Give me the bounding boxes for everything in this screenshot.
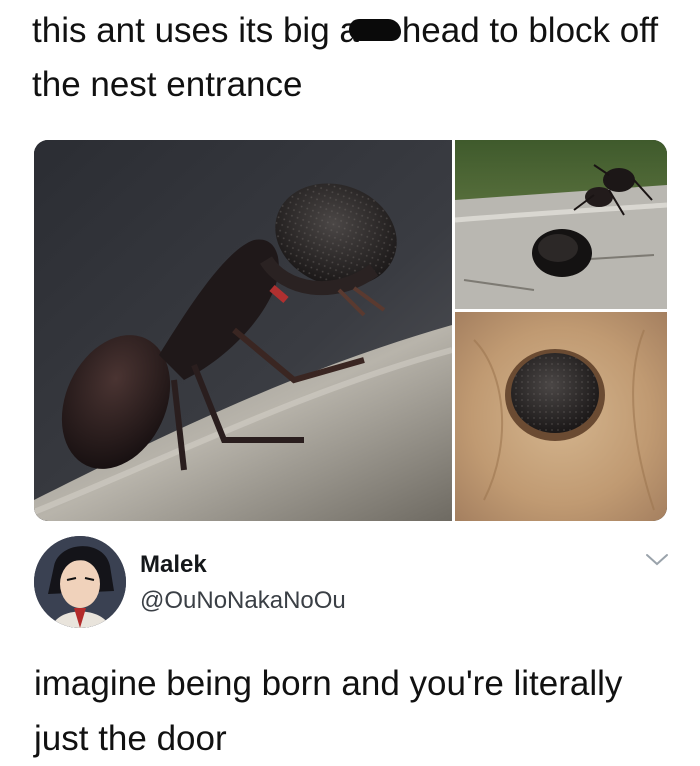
image-collage[interactable] [34, 140, 667, 521]
display-name[interactable]: Malek [140, 551, 207, 579]
caption-text-start: this ant uses its big a [32, 11, 359, 50]
chevron-down-icon[interactable] [644, 550, 670, 570]
ant-photos [34, 140, 667, 521]
user-handle[interactable]: @OuNoNakaNoOu [140, 587, 346, 615]
post-caption: this ant uses its big a head to block off… [32, 4, 672, 112]
avatar-icon[interactable] [34, 536, 126, 628]
censor-scribble [348, 18, 401, 41]
tweet-text: imagine being born and you're literally … [34, 664, 623, 758]
